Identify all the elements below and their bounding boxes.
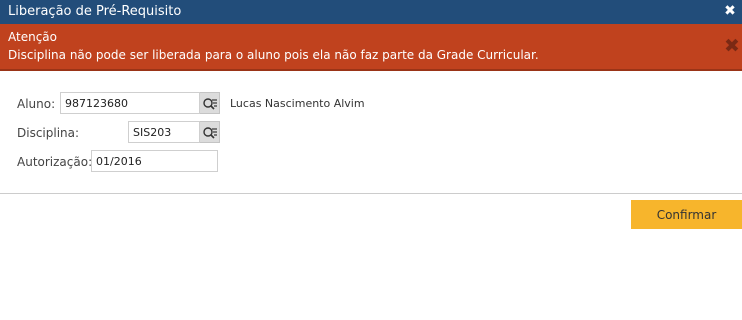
window-titlebar: Liberação de Pré-Requisito ✖ [0,0,742,24]
divider [0,193,742,194]
disciplina-label: Disciplina: [17,126,80,140]
alert-title: Atenção [8,30,57,44]
search-list-icon [203,127,217,139]
disciplina-input[interactable] [128,121,200,143]
student-name: Lucas Nascimento Alvim [230,97,365,110]
search-list-icon [203,98,217,110]
autorizacao-input[interactable] [91,150,218,172]
aluno-lookup-button[interactable] [200,92,220,114]
alert-message: Disciplina não pode ser liberada para o … [8,48,539,62]
aluno-input[interactable] [60,92,200,114]
alert-banner: Atenção Disciplina não pode ser liberada… [0,24,742,71]
aluno-label: Aluno: [17,97,56,111]
window-title: Liberação de Pré-Requisito [8,4,182,19]
autorizacao-label: Autorização: [17,155,93,169]
confirm-button[interactable]: Confirmar [631,200,742,229]
window-close-icon[interactable]: ✖ [722,2,738,20]
disciplina-lookup-button[interactable] [200,121,220,143]
alert-close-icon[interactable]: ✖ [724,36,740,56]
